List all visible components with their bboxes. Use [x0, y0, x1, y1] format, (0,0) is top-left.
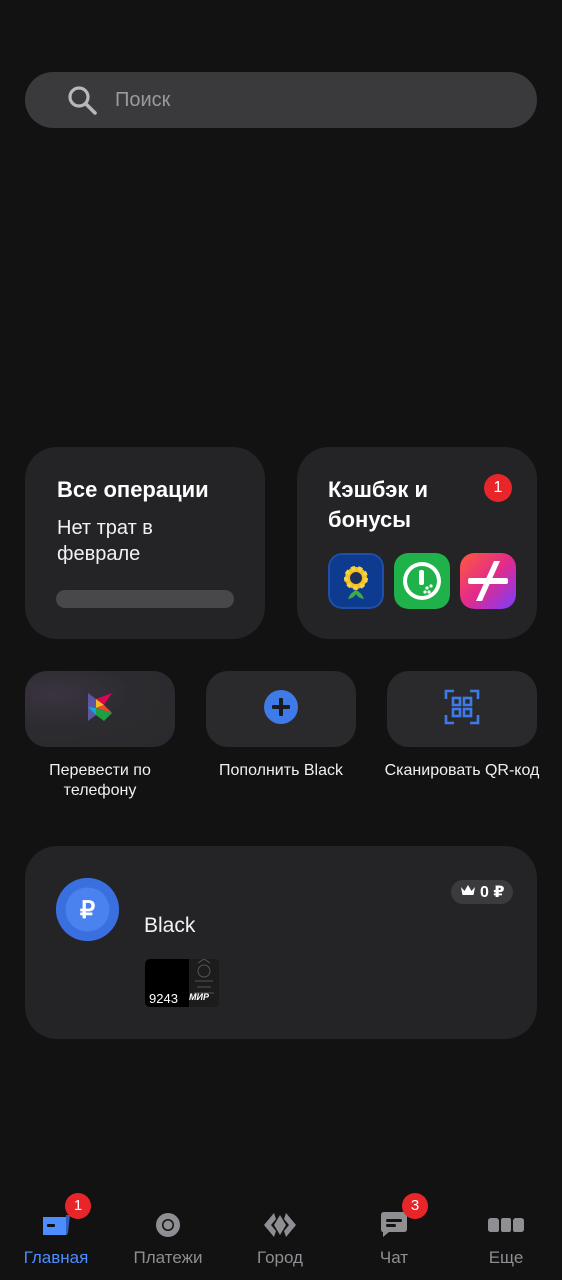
plus-circle-icon — [263, 689, 299, 730]
bank-card-thumbnail[interactable]: 9243 МИР — [145, 959, 219, 1007]
account-name: Black — [144, 914, 196, 937]
plus-logo-icon[interactable] — [460, 553, 516, 609]
city-icon — [260, 1208, 300, 1242]
all-operations-title: Все операции — [57, 477, 209, 502]
nav-home-badge: 1 — [65, 1193, 91, 1219]
transfer-by-phone-label: Перевести по телефону — [49, 762, 151, 799]
payments-icon — [148, 1208, 188, 1242]
cashback-card[interactable]: Кэшбэк и бонусы 1 — [297, 447, 537, 639]
nav-chat-label: Чат — [379, 1248, 409, 1267]
nav-more[interactable]: Еще — [450, 1190, 562, 1280]
nav-home-label: Главная — [23, 1248, 89, 1267]
card-brand: МИР — [189, 992, 209, 1002]
scan-qr-button[interactable] — [387, 671, 537, 747]
balance-badge: 0 ₽ — [451, 880, 514, 904]
nav-city-label: Город — [257, 1248, 303, 1267]
nav-payments-label: Платежи — [133, 1248, 203, 1267]
qr-scan-icon — [444, 689, 480, 730]
svg-text:₽: ₽ — [80, 897, 95, 924]
sbp-icon — [86, 691, 114, 728]
nav-payments[interactable]: Платежи — [112, 1190, 224, 1280]
megafon-logo-icon[interactable] — [394, 553, 450, 609]
top-up-button[interactable] — [206, 671, 356, 747]
card-number: 9243 — [149, 991, 178, 1006]
search-input[interactable]: Поиск — [115, 89, 170, 112]
search-bar[interactable]: Поиск — [25, 72, 537, 128]
nav-home[interactable]: 1 Главная — [0, 1190, 112, 1280]
search-icon — [65, 83, 99, 117]
all-operations-subtitle: Нет трат в феврале — [57, 517, 153, 565]
more-icon — [486, 1208, 526, 1242]
scan-qr-label: Сканировать QR-код — [384, 762, 540, 779]
spending-bar — [56, 590, 234, 608]
cashback-title: Кэшбэк и бонусы — [328, 477, 429, 532]
transfer-by-phone-button[interactable] — [25, 671, 175, 747]
nav-more-label: Еще — [488, 1248, 524, 1267]
cashback-badge: 1 — [484, 474, 512, 502]
top-up-label: Пополнить Black — [219, 762, 343, 779]
all-operations-card[interactable]: Все операции Нет трат в феврале — [25, 447, 265, 639]
nav-chat[interactable]: 3 Чат — [338, 1190, 450, 1280]
account-card[interactable]: ₽ Black 0 ₽ 9243 МИР — [25, 846, 537, 1039]
nav-city[interactable]: Город — [224, 1190, 336, 1280]
sunflower-logo-icon[interactable] — [328, 553, 384, 609]
bottom-navigation: 1 Главная Платежи Город 3 Чат Еще — [0, 1190, 562, 1280]
ruble-avatar-icon: ₽ — [56, 878, 119, 941]
crown-icon — [460, 883, 476, 901]
nav-chat-badge: 3 — [402, 1193, 428, 1219]
balance-value: 0 ₽ — [480, 884, 505, 901]
